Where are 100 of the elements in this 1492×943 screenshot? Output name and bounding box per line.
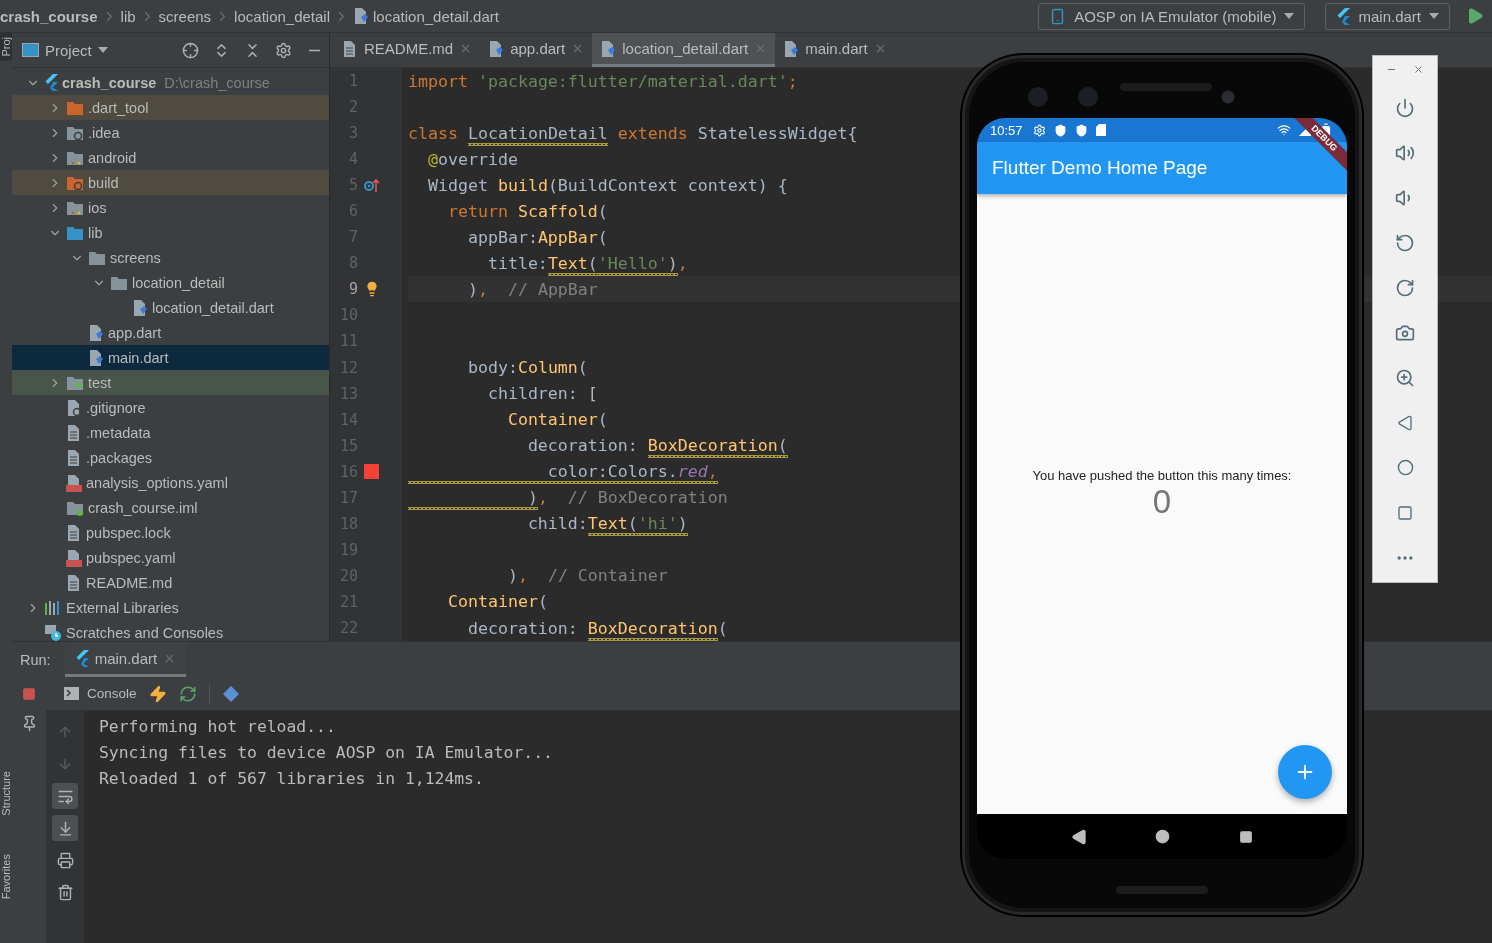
tree-item[interactable]: crash_course.iml bbox=[12, 495, 329, 520]
folder-icon bbox=[66, 374, 84, 391]
wrap-icon[interactable] bbox=[52, 783, 78, 809]
dart-file-icon bbox=[488, 39, 505, 58]
tree-item[interactable]: .packages bbox=[12, 445, 329, 470]
close-icon[interactable] bbox=[1413, 64, 1424, 75]
code-line: color:Colors.red, bbox=[408, 462, 718, 482]
code-line: decoration: BoxDecoration( bbox=[408, 436, 788, 456]
tree-item[interactable]: .gitignore bbox=[12, 395, 329, 420]
folder-icon bbox=[66, 124, 84, 141]
code-line: Widget build(BuildContext context) { bbox=[426, 175, 788, 195]
camera-lens-icon bbox=[1027, 86, 1049, 108]
file-icon bbox=[66, 423, 82, 442]
tree-item[interactable]: analysis_options.yaml bbox=[12, 470, 329, 495]
yaml-file-icon bbox=[66, 548, 82, 567]
tree-item[interactable]: screens bbox=[12, 245, 329, 270]
flutter-logo-icon bbox=[74, 649, 89, 667]
terminal-icon bbox=[64, 687, 79, 700]
editor-tab[interactable]: main.dart bbox=[775, 33, 895, 67]
window-icon bbox=[22, 43, 39, 57]
dart-file-icon bbox=[132, 298, 148, 317]
code-line: import 'package:flutter/material.dart'; bbox=[408, 71, 798, 91]
code-line: decoration: BoxDecoration( bbox=[408, 618, 728, 638]
tree-item[interactable]: crash_course D:\crash_course bbox=[12, 70, 329, 95]
caret-icon bbox=[97, 47, 108, 53]
lightning-icon[interactable] bbox=[148, 684, 167, 703]
dart-file-icon bbox=[783, 39, 800, 58]
breadcrumb-item[interactable]: screens bbox=[158, 7, 212, 25]
scroll-to-end-icon[interactable] bbox=[52, 815, 78, 841]
breadcrumb-item[interactable]: lib bbox=[120, 7, 136, 25]
dart-file-icon bbox=[600, 39, 617, 58]
tree-item[interactable]: main.dart bbox=[12, 345, 329, 370]
caret-icon bbox=[1284, 13, 1295, 19]
shield-icon bbox=[1074, 123, 1088, 137]
tree-item[interactable]: pubspec.yaml bbox=[12, 545, 329, 570]
tree-item[interactable]: README.md bbox=[12, 570, 329, 595]
editor-tab[interactable]: README.md bbox=[334, 33, 481, 67]
override-marker-icon[interactable] bbox=[364, 177, 380, 194]
tree-item[interactable]: test bbox=[12, 370, 329, 395]
counter-value: 0 bbox=[1152, 482, 1172, 521]
breadcrumb-item[interactable]: crash_course bbox=[0, 7, 98, 25]
dart-file-icon bbox=[353, 7, 369, 25]
tree-item[interactable]: android bbox=[12, 145, 329, 170]
console-tab[interactable]: Console bbox=[64, 686, 137, 701]
code-line: title:Text('Hello'), bbox=[408, 253, 688, 273]
tree-item[interactable]: ios bbox=[12, 195, 329, 220]
settings-icon[interactable] bbox=[275, 41, 292, 59]
wifi-icon bbox=[1277, 123, 1291, 137]
back-icon[interactable] bbox=[1071, 828, 1088, 845]
run-icon[interactable] bbox=[1466, 7, 1484, 25]
tree-item[interactable]: location_detail bbox=[12, 270, 329, 295]
home-icon[interactable] bbox=[1155, 829, 1171, 844]
tree-item[interactable]: build bbox=[12, 170, 329, 195]
dart-devtools-icon[interactable] bbox=[221, 684, 240, 703]
folder-icon bbox=[110, 274, 128, 291]
camera-lens-icon bbox=[1077, 86, 1099, 108]
stop-icon[interactable] bbox=[22, 687, 36, 701]
code-line: @override bbox=[426, 149, 518, 169]
code-line: ), // AppBar bbox=[466, 279, 598, 299]
code-line: children: [ bbox=[486, 384, 598, 404]
status-time: 10:57 bbox=[990, 122, 1023, 138]
tree-item[interactable]: .dart_tool bbox=[12, 95, 329, 120]
tree-item[interactable]: app.dart bbox=[12, 320, 329, 345]
side-tab[interactable]: Favorites bbox=[0, 849, 12, 903]
overview-icon[interactable] bbox=[1238, 829, 1253, 844]
project-view-dropdown[interactable]: Project bbox=[22, 41, 108, 59]
side-tab[interactable]: Proj bbox=[0, 33, 12, 61]
tree-item[interactable]: .metadata bbox=[12, 420, 329, 445]
tree-item[interactable]: location_detail.dart bbox=[12, 295, 329, 320]
tree-item[interactable]: External Libraries bbox=[12, 595, 329, 620]
tree-item[interactable]: pubspec.lock bbox=[12, 520, 329, 545]
counter-message: You have pushed the button this many times: bbox=[1032, 467, 1292, 483]
app-title: Flutter Demo Home Page bbox=[992, 157, 1208, 179]
flutter-logo-icon bbox=[44, 74, 58, 91]
code-line: appBar:AppBar( bbox=[466, 227, 608, 247]
locate-icon[interactable] bbox=[182, 41, 199, 59]
code-line: Container( bbox=[446, 592, 548, 612]
tree-item[interactable]: lib bbox=[12, 220, 329, 245]
folder-icon bbox=[88, 249, 106, 266]
tree-item[interactable]: Scratches and Consoles bbox=[12, 620, 329, 641]
device-selector[interactable]: AOSP on IA Emulator (mobile) bbox=[1038, 2, 1306, 30]
breadcrumb-item[interactable]: location_detail bbox=[234, 7, 330, 25]
editor-tab[interactable]: location_detail.dart bbox=[592, 33, 776, 67]
editor-tab[interactable]: app.dart bbox=[480, 33, 593, 67]
run-config-selector[interactable]: main.dart bbox=[1325, 2, 1450, 30]
folder-icon bbox=[66, 224, 84, 241]
line-number: 9 bbox=[347, 280, 358, 299]
ignore-file-icon bbox=[66, 398, 82, 417]
lightbulb-icon[interactable] bbox=[364, 281, 380, 298]
caret-icon bbox=[1429, 13, 1439, 19]
scratches-icon bbox=[44, 623, 62, 641]
add-button[interactable] bbox=[1278, 745, 1332, 799]
breadcrumb-item[interactable]: location_detail.dart bbox=[373, 7, 499, 25]
console-line: Reloaded 1 of 567 libraries in 1,124ms. bbox=[99, 768, 484, 790]
folder-icon bbox=[66, 174, 84, 191]
side-tab[interactable]: Structure bbox=[0, 767, 12, 820]
sd-card-icon bbox=[1095, 124, 1106, 136]
tree-item[interactable]: .idea bbox=[12, 120, 329, 145]
hot-restart-icon[interactable] bbox=[178, 684, 197, 703]
code-line: class LocationDetail extends StatelessWidget{ bbox=[408, 123, 858, 143]
